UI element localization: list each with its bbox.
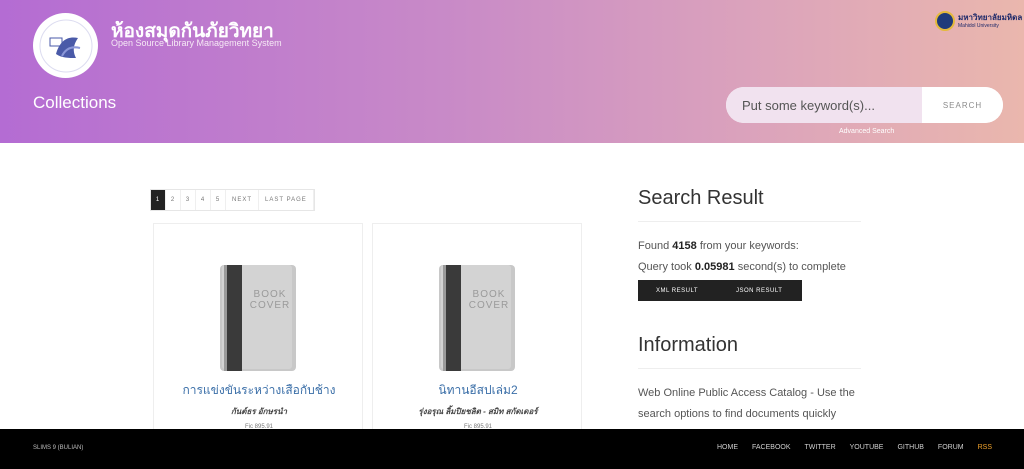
- university-logo[interactable]: มหาวิทยาลัยมหิดล Mahidol University: [935, 11, 1022, 31]
- footer-home-link[interactable]: HOME: [717, 444, 738, 451]
- query-prefix: Query took: [638, 261, 692, 273]
- university-subtitle: Mahidol University: [958, 22, 999, 29]
- json-result-button[interactable]: JSON RESULT: [718, 288, 802, 294]
- footer-rss-link[interactable]: RSS: [978, 444, 992, 451]
- page-4-link[interactable]: 4: [196, 190, 211, 210]
- version-label: SLIMS 9 (BULIAN): [33, 445, 84, 451]
- footer-nav: HOME FACEBOOK TWITTER YOUTUBE GITHUB FOR…: [703, 444, 992, 451]
- page-1-link[interactable]: 1: [151, 190, 166, 210]
- information-heading: Information: [638, 334, 739, 356]
- found-count: 4158: [672, 240, 697, 252]
- cover-text-2: COVER: [250, 300, 291, 311]
- book-cover-image[interactable]: BOOK COVER: [218, 263, 298, 373]
- site-footer: SLIMS 9 (BULIAN) HOME FACEBOOK TWITTER Y…: [0, 429, 1024, 469]
- page-title: Collections: [33, 93, 117, 112]
- next-page-link[interactable]: NEXT: [226, 190, 260, 210]
- divider: [638, 368, 861, 369]
- footer-forum-link[interactable]: FORUM: [938, 444, 964, 451]
- book-card[interactable]: BOOK COVER การแข่งขันระหว่างเสือกับช้าง …: [153, 223, 363, 433]
- query-suffix: second(s) to complete: [737, 261, 846, 273]
- footer-youtube-link[interactable]: YOUTUBE: [850, 444, 884, 451]
- book-author: รุ่งอรุณ ลิ้มปิยชลิต - สมิท สกัดเดอร์: [418, 407, 538, 416]
- cover-text-1: BOOK: [254, 289, 287, 300]
- page-5-link[interactable]: 5: [211, 190, 226, 210]
- page-2-link[interactable]: 2: [166, 190, 181, 210]
- found-count-text: Found 4158 from your keywords:: [638, 240, 799, 252]
- information-text-line-2: search options to find documents quickly: [638, 408, 837, 420]
- information-text-line-1: Web Online Public Access Catalog - Use t…: [638, 387, 855, 399]
- search-bar: SEARCH: [726, 87, 1003, 123]
- result-format-buttons: XML RESULT JSON RESULT: [638, 280, 802, 301]
- cover-text-1: BOOK: [473, 289, 506, 300]
- xml-result-button[interactable]: XML RESULT: [638, 288, 718, 294]
- footer-facebook-link[interactable]: FACEBOOK: [752, 444, 791, 451]
- site-header: ห้องสมุดกันภัยวิทยา Open Source Library …: [0, 0, 1024, 143]
- book-title-link[interactable]: นิทานอีสปเล่ม2: [373, 381, 583, 400]
- book-card[interactable]: BOOK COVER นิทานอีสปเล่ม2 รุ่งอรุณ ลิ้มป…: [372, 223, 582, 433]
- found-prefix: Found: [638, 240, 670, 252]
- query-time: 0.05981: [694, 261, 735, 273]
- footer-twitter-link[interactable]: TWITTER: [805, 444, 836, 451]
- divider: [638, 221, 861, 222]
- found-suffix: from your keywords:: [699, 240, 799, 252]
- page: ห้องสมุดกันภัยวิทยา Open Source Library …: [0, 0, 1024, 469]
- search-input[interactable]: [726, 87, 922, 123]
- footer-github-link[interactable]: GITHUB: [897, 444, 923, 451]
- query-time-text: Query took 0.05981 second(s) to complete: [638, 261, 846, 273]
- book-title-link[interactable]: การแข่งขันระหว่างเสือกับช้าง: [154, 381, 364, 400]
- last-page-link[interactable]: LAST PAGE: [259, 190, 314, 210]
- book-cover-image[interactable]: BOOK COVER: [437, 263, 517, 373]
- library-logo[interactable]: [33, 13, 98, 78]
- page-3-link[interactable]: 3: [181, 190, 196, 210]
- site-subtitle: Open Source Library Management System: [111, 38, 282, 48]
- cover-text-2: COVER: [469, 300, 510, 311]
- university-name: มหาวิทยาลัยมหิดล: [958, 12, 1023, 22]
- search-button[interactable]: SEARCH: [922, 87, 1003, 123]
- advanced-search-link[interactable]: Advanced Search: [839, 128, 894, 135]
- pagination: 1 2 3 4 5 NEXT LAST PAGE: [150, 189, 315, 211]
- search-result-heading: Search Result: [638, 187, 764, 209]
- library-logo-icon: [39, 19, 92, 72]
- book-author: กันต์ธร อักษรนำ: [230, 407, 288, 416]
- university-seal-icon: [935, 11, 955, 31]
